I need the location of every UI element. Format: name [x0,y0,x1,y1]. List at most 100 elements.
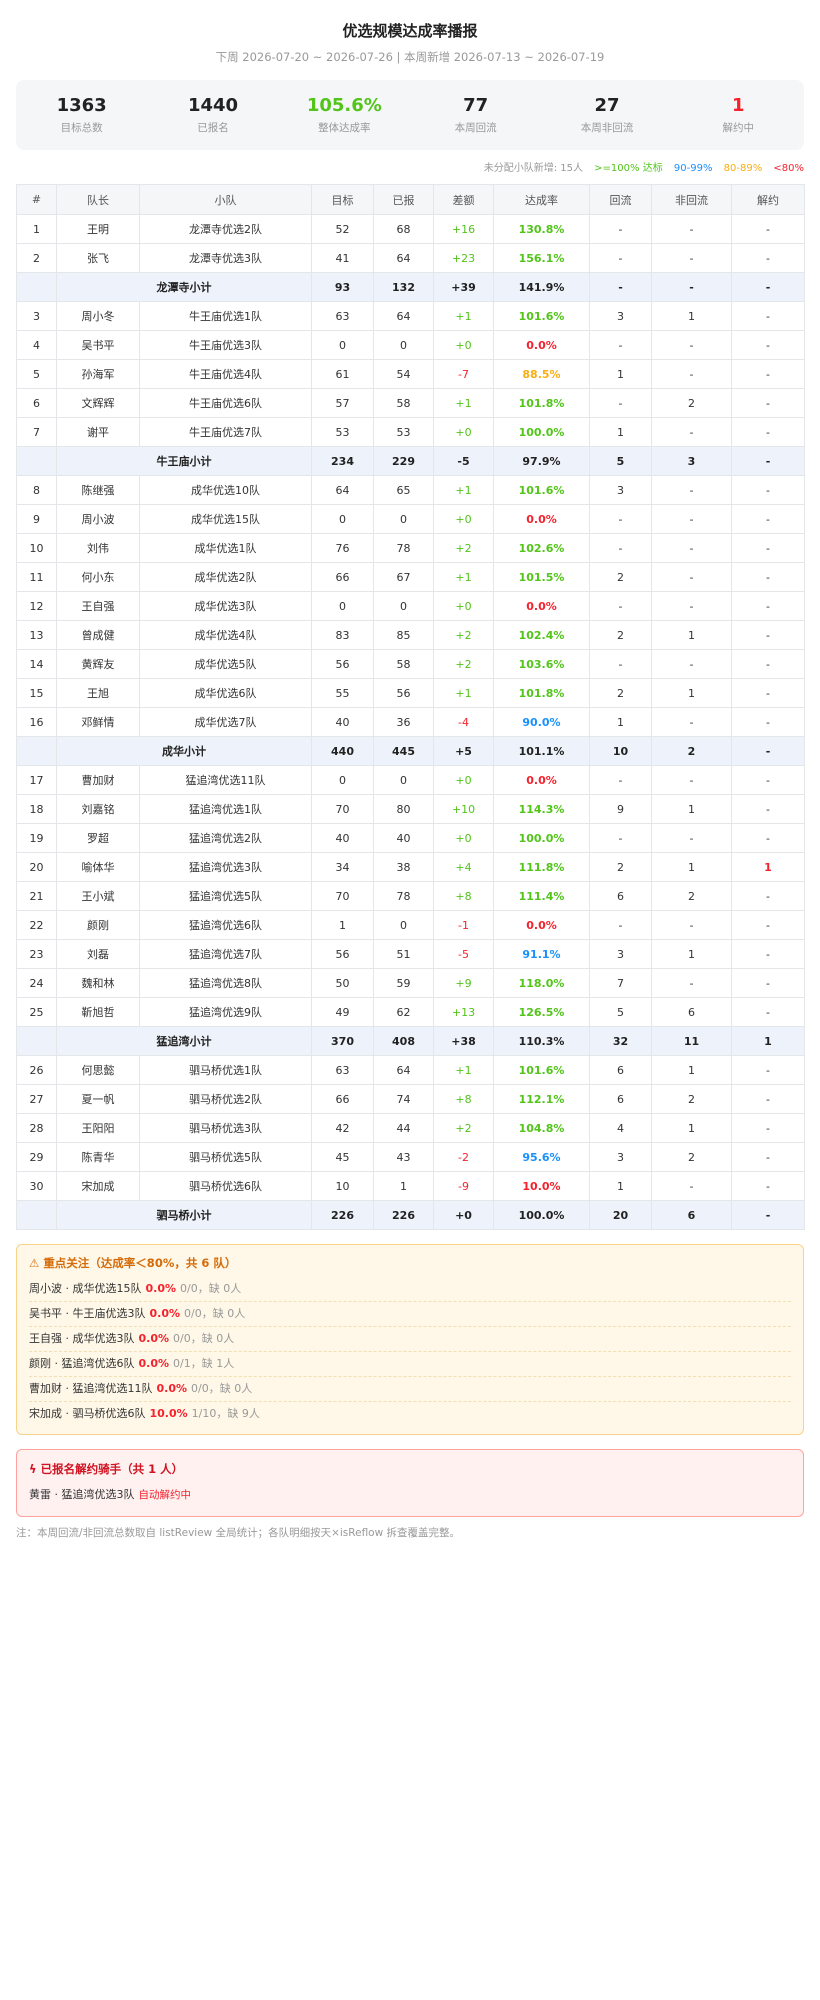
cell-reflow: 1 [589,359,652,389]
cell-target: 0 [311,330,374,360]
cell-rate: 141.9% [493,272,590,302]
cell-target: 55 [311,678,374,708]
cell-registered: 40 [373,823,434,853]
cell-rate: 100.0% [493,417,590,447]
cell-team: 牛王庙优选4队 [139,359,312,389]
cell-reflow: 6 [589,1055,652,1085]
cell-reflow: 6 [589,881,652,911]
focus-item-rate: 0.0% [145,1282,177,1295]
stat-value: 1363 [56,95,107,116]
cell-leader: 刘磊 [56,939,140,969]
table-row: 9 周小波 成华优选15队 0 0 +0 0.0% - - - [16,504,805,534]
cell-team: 驷马桥优选6队 [139,1171,312,1201]
cell-target: 40 [311,707,374,737]
cell-rate: 156.1% [493,243,590,273]
cell-rate: 101.8% [493,388,590,418]
cell-target: 66 [311,562,374,592]
cell-diff: +2 [433,620,494,650]
cell-registered: 445 [373,736,434,766]
cell-non-reflow: 2 [651,1142,732,1172]
cell-blank [16,446,57,476]
cell-diff: +1 [433,301,494,331]
stat-terminating: 1 解约中 [673,94,804,136]
cell-leader: 吴书平 [56,330,140,360]
table-row: 4 吴书平 牛王庙优选3队 0 0 +0 0.0% - - - [16,330,805,360]
cell-target: 49 [311,997,374,1027]
cell-diff: -9 [433,1171,494,1201]
focus-item: 宋加成 · 驷马桥优选6队 10.0% 1/10，缺 9人 [29,1402,791,1426]
cell-team: 成华优选1队 [139,533,312,563]
cell-diff: +1 [433,562,494,592]
cell-registered: 43 [373,1142,434,1172]
cell-rate: 0.0% [493,591,590,621]
rate-legend: 未分配小队新增: 15人 >=100% 达标 90-99% 80-89% <80… [16,160,804,178]
table-row: 6 文辉辉 牛王庙优选6队 57 58 +1 101.8% -2- [16,388,805,418]
table-row: 3 周小冬 牛王庙优选1队 63 64 +1 101.6% 3 1- [16,301,805,331]
cell-team: 猛追湾优选2队 [139,823,312,853]
cell-team: 成华优选3队 [139,591,312,621]
cell-target: 370 [311,1026,374,1056]
cell-team: 驷马桥优选5队 [139,1142,312,1172]
cell-index: 14 [16,649,57,679]
cell-rate: 95.6% [493,1142,590,1172]
cell-terminate: - [731,939,805,969]
cell-reflow: - [589,765,652,795]
stat-overall-rate: 105.6% 整体达成率 [279,94,410,136]
cell-registered: 74 [373,1084,434,1114]
legend-orange: 80-89% [723,163,763,174]
table-row: 29 陈青华 驷马桥优选5队 45 43 -2 95.6% 3 2- [16,1142,805,1172]
cell-diff: +0 [433,765,494,795]
cell-index: 8 [16,475,57,505]
cell-target: 70 [311,794,374,824]
focus-item: 吴书平 · 牛王庙优选3队 0.0% 0/0，缺 0人 [29,1302,791,1327]
cell-rate: 130.8% [493,214,590,244]
cell-leader: 曹加财 [56,765,140,795]
cell-reflow: - [589,591,652,621]
cell-diff: -4 [433,707,494,737]
cell-diff: +16 [433,214,494,244]
cell-index: 27 [16,1084,57,1114]
table-row: 1 王明 龙潭寺优选2队 52 68 +16 130.8% - - - [16,214,805,244]
cell-reflow: 7 [589,968,652,998]
cell-registered: 44 [373,1113,434,1143]
cell-diff: +5 [433,736,494,766]
lightning-icon: ϟ [29,1462,37,1476]
cell-reflow: 2 [589,852,652,882]
cell-non-reflow: - [651,330,732,360]
cell-diff: +0 [433,1200,494,1230]
cell-registered: 59 [373,968,434,998]
cell-non-reflow: - [651,968,732,998]
summary-stats: 1363 目标总数 1440 已报名 105.6% 整体达成率 77 本周回流 … [16,80,804,150]
cell-index: 23 [16,939,57,969]
cell-terminate: - [731,243,805,273]
termination-title: ϟ 已报名解约骑手（共 1 人） [29,1458,791,1480]
date-range-subtitle: 下周 2026-07-20 ~ 2026-07-26 | 本周新增 2026-0… [215,50,605,64]
cell-reflow: 32 [589,1026,652,1056]
cell-leader: 靳旭哲 [56,997,140,1027]
cell-reflow: 4 [589,1113,652,1143]
cell-team: 猛追湾优选7队 [139,939,312,969]
table-row: 15 王旭 成华优选6队 55 56 +1 101.8% 2 1- [16,678,805,708]
cell-non-reflow: 1 [651,301,732,331]
cell-team: 成华优选6队 [139,678,312,708]
cell-non-reflow: - [651,707,732,737]
cell-rate: 88.5% [493,359,590,389]
cell-diff: +2 [433,533,494,563]
cell-reflow: 5 [589,446,652,476]
cell-leader: 魏和林 [56,968,140,998]
cell-terminate: - [731,330,805,360]
cell-terminate: - [731,649,805,679]
cell-terminate: - [731,1055,805,1085]
cell-registered: 78 [373,533,434,563]
cell-rate: 97.9% [493,446,590,476]
cell-index: 26 [16,1055,57,1085]
cell-registered: 62 [373,997,434,1027]
cell-rate: 104.8% [493,1113,590,1143]
cell-leader: 黄辉友 [56,649,140,679]
cell-index: 4 [16,330,57,360]
cell-team: 成华优选2队 [139,562,312,592]
focus-list: 周小波 · 成华优选15队 0.0% 0/0，缺 0人 吴书平 · 牛王庙优选3队 0.… [29,1277,791,1426]
cell-non-reflow: 1 [651,1113,732,1143]
cell-diff: -7 [433,359,494,389]
cell-team: 驷马桥优选3队 [139,1113,312,1143]
